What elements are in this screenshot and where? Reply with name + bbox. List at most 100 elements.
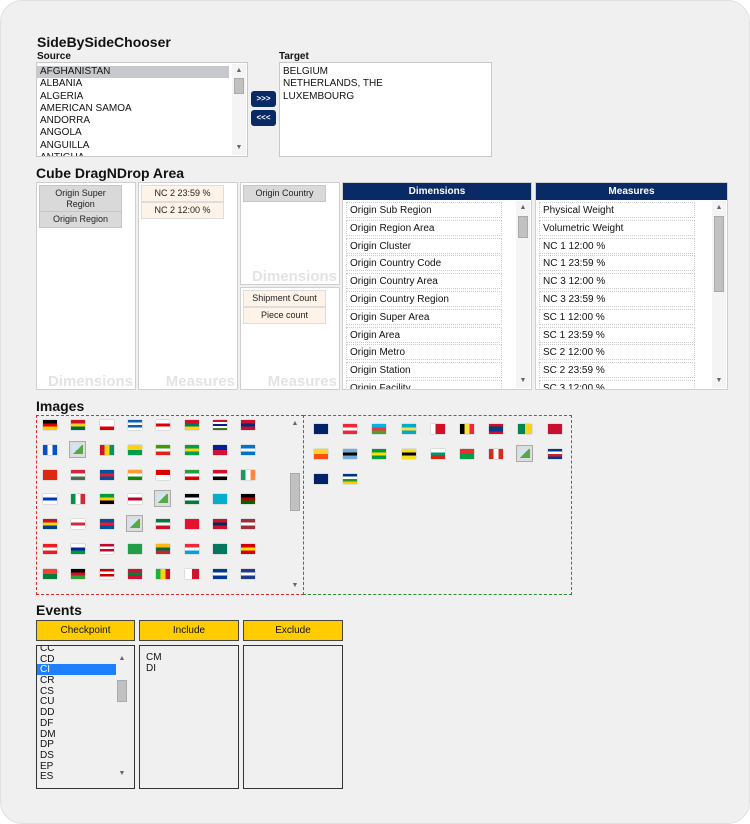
dimension-item[interactable]: Origin Country Region xyxy=(346,291,502,307)
row-measures-drop-zone[interactable]: NC 2 23:59 % NC 2 12:00 % Measures xyxy=(138,182,238,390)
flag-at-icon[interactable] xyxy=(343,424,358,434)
flag-is-icon[interactable] xyxy=(99,469,114,480)
checkpoint-item[interactable]: CI xyxy=(37,664,116,675)
flag-mq-icon[interactable] xyxy=(241,568,256,579)
flag-ly-icon[interactable] xyxy=(127,544,142,554)
row-dimensions-drop-zone[interactable]: Origin Super Region Origin Region Dimens… xyxy=(36,182,136,390)
checkpoint-button[interactable]: Checkpoint xyxy=(36,620,135,641)
flag-gn-icon[interactable] xyxy=(99,444,114,455)
flag-lt-icon[interactable] xyxy=(156,544,171,554)
dimension-item[interactable]: Origin Sub Region xyxy=(346,202,502,218)
source-item[interactable]: ALGERIA xyxy=(37,91,229,103)
flag-ke-icon[interactable] xyxy=(241,494,256,505)
flag-ir-icon[interactable] xyxy=(184,469,199,480)
flag-bt-icon[interactable] xyxy=(314,449,328,459)
scroll-thumb[interactable] xyxy=(234,78,244,94)
flag-gw-icon[interactable] xyxy=(127,444,142,455)
dimension-item[interactable]: Origin Country Code xyxy=(346,255,502,272)
flag-ki-icon[interactable] xyxy=(43,519,57,530)
scroll-thumb[interactable] xyxy=(290,473,300,511)
scroll-up-icon[interactable]: ▲ xyxy=(288,419,302,429)
chip-col-measure[interactable]: Shipment Count xyxy=(243,290,326,307)
scroll-up-icon[interactable]: ▲ xyxy=(115,654,129,664)
flag-bs-icon[interactable] xyxy=(401,424,416,434)
dimensions-scrollbar[interactable]: ▲ ▼ xyxy=(516,201,530,388)
target-listbox[interactable]: BELGIUM NETHERLANDS, THE LUXEMBOURG xyxy=(279,62,492,157)
scroll-thumb[interactable] xyxy=(714,216,724,292)
flag-bf-icon[interactable] xyxy=(460,449,474,459)
flag-bh-icon[interactable] xyxy=(430,424,445,434)
dimension-item[interactable]: Origin Region Area xyxy=(346,219,502,236)
flag-hn-icon[interactable] xyxy=(241,444,256,455)
move-right-button[interactable]: >>> xyxy=(251,91,276,107)
flag-gh-icon[interactable] xyxy=(71,420,86,430)
flag-my-icon[interactable] xyxy=(99,568,114,579)
flag-in-icon[interactable] xyxy=(127,469,142,480)
dimension-item[interactable]: Origin Station xyxy=(346,362,502,379)
source-listbox[interactable]: ▲ ▼ AFGHANISTAN ALBANIA ALGERIA AMERICAN SAM… xyxy=(36,62,248,157)
flag-lv-icon[interactable] xyxy=(241,519,256,530)
scroll-down-icon[interactable]: ▼ xyxy=(288,581,302,591)
flag-gl-icon[interactable] xyxy=(156,420,171,430)
scroll-down-icon[interactable]: ▼ xyxy=(115,769,129,779)
flag-kg-icon[interactable] xyxy=(184,519,199,530)
flag-it-icon[interactable] xyxy=(71,494,86,505)
chip-row-dim[interactable]: Origin Super Region xyxy=(39,185,122,213)
flag-br-icon[interactable] xyxy=(372,449,387,459)
dimension-item[interactable]: Origin Facility xyxy=(346,380,502,389)
flag-mh-icon[interactable] xyxy=(212,568,227,579)
flag-gp-icon[interactable] xyxy=(43,444,57,455)
measure-item[interactable]: Volumetric Weight xyxy=(539,219,695,236)
left-image-drop-zone[interactable]: ▲ ▼ xyxy=(36,415,304,595)
flag-gu-icon[interactable] xyxy=(241,420,256,430)
flag-mv-icon[interactable] xyxy=(127,568,142,579)
source-item[interactable]: AMERICAN SAMOA xyxy=(37,103,229,115)
measures-scrollbar[interactable]: ▲ ▼ xyxy=(712,201,726,388)
broken-image-icon[interactable] xyxy=(125,515,143,533)
flag-bw-icon[interactable] xyxy=(343,449,358,459)
flag-ml-icon[interactable] xyxy=(156,568,171,579)
right-image-drop-zone[interactable] xyxy=(303,415,572,595)
flag-kw-icon[interactable] xyxy=(156,519,171,530)
flag-mw-icon[interactable] xyxy=(71,568,86,579)
flag-ca-icon[interactable] xyxy=(489,449,504,459)
measure-item[interactable]: NC 3 12:00 % xyxy=(539,273,695,290)
dimension-item[interactable]: Origin Super Area xyxy=(346,308,502,325)
flag-gm-icon[interactable] xyxy=(212,420,227,430)
scroll-down-icon[interactable]: ▼ xyxy=(232,143,246,153)
flag-la-icon[interactable] xyxy=(212,519,227,530)
flag-gd-icon[interactable] xyxy=(184,420,199,430)
flag-jm-icon[interactable] xyxy=(99,494,114,505)
measure-item[interactable]: SC 3 12:00 % xyxy=(539,380,695,389)
flag-kz-icon[interactable] xyxy=(212,494,227,505)
flag-kp-icon[interactable] xyxy=(99,519,114,530)
source-item[interactable]: AFGHANISTAN xyxy=(37,66,229,79)
scroll-up-icon[interactable]: ▲ xyxy=(516,203,530,213)
measure-item[interactable]: NC 1 23:59 % xyxy=(539,255,695,272)
chip-col-dim[interactable]: Origin Country xyxy=(243,185,326,202)
scroll-up-icon[interactable]: ▲ xyxy=(232,66,246,76)
target-item[interactable]: NETHERLANDS, THE xyxy=(280,78,491,90)
flag-hu-icon[interactable] xyxy=(71,469,86,480)
flag-id-icon[interactable] xyxy=(156,469,171,480)
measure-item[interactable]: Physical Weight xyxy=(539,202,695,218)
chip-row-dim[interactable]: Origin Region xyxy=(39,211,122,228)
scroll-thumb[interactable] xyxy=(117,680,127,702)
measure-item[interactable]: SC 2 23:59 % xyxy=(539,362,695,379)
flag-mg-icon[interactable] xyxy=(43,568,57,579)
flag-lb-icon[interactable] xyxy=(43,544,57,554)
checkpoint-listbox[interactable]: ▲ ▼ CC CD CI CR CS CU DD DF DM DP DS EP ES xyxy=(36,645,135,789)
target-item[interactable]: BELGIUM xyxy=(280,66,491,78)
include-listbox[interactable]: CM DI xyxy=(139,645,239,789)
source-item[interactable]: ALBANIA xyxy=(37,78,229,90)
flag-ls-icon[interactable] xyxy=(71,544,86,554)
flag-gy-icon[interactable] xyxy=(184,444,199,455)
include-item[interactable]: CM xyxy=(143,652,238,663)
flag-il-icon[interactable] xyxy=(43,494,57,505)
flag-lr-icon[interactable] xyxy=(99,544,114,554)
measure-item[interactable]: SC 2 12:00 % xyxy=(539,344,695,361)
source-item[interactable]: ANGUILLA xyxy=(37,140,229,152)
chip-row-measure[interactable]: NC 2 23:59 % xyxy=(141,185,224,202)
flag-gq-icon[interactable] xyxy=(156,444,171,455)
scroll-down-icon[interactable]: ▼ xyxy=(712,376,726,386)
